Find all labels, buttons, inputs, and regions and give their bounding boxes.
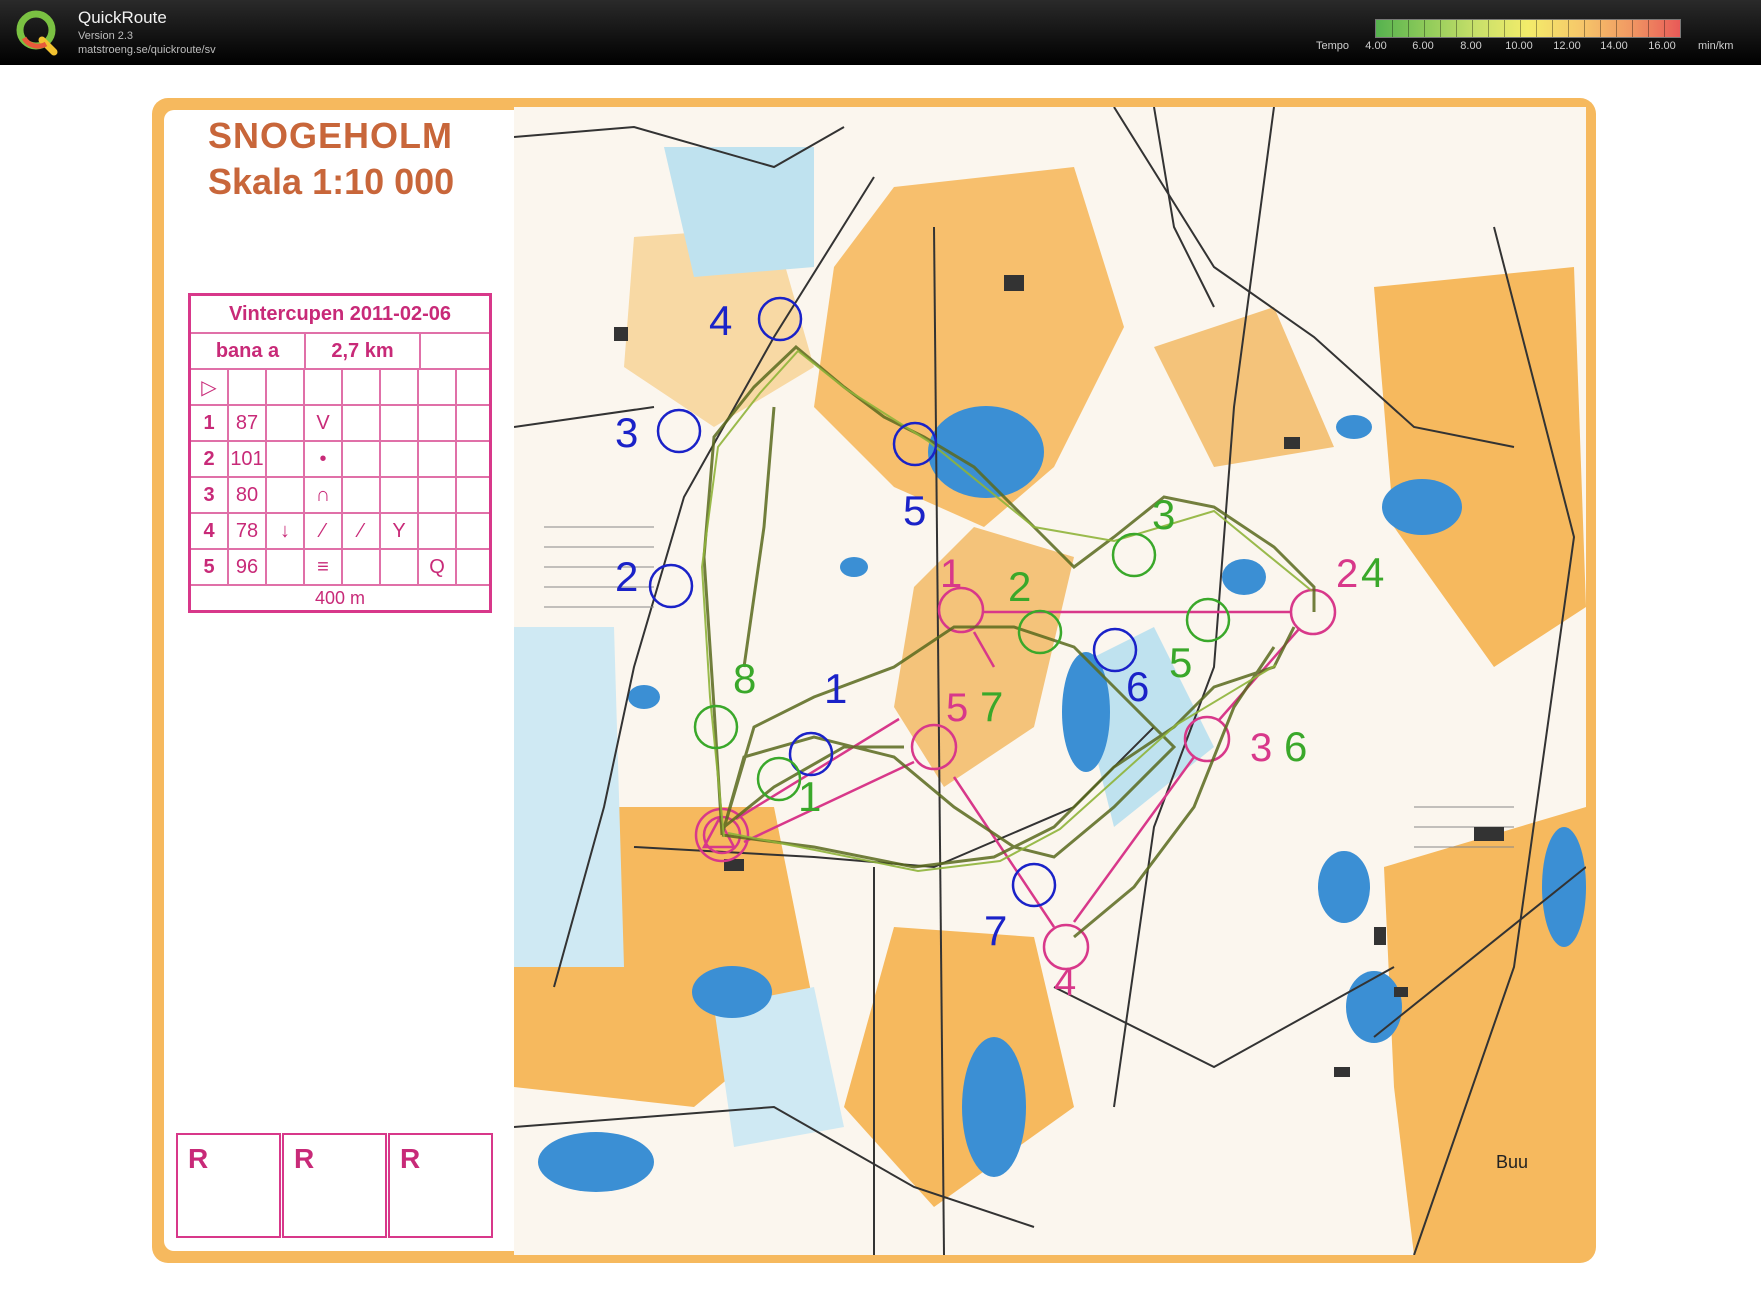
green-control-5: 5	[1169, 639, 1192, 686]
control-number: 3	[191, 478, 229, 512]
control-code: 87	[229, 406, 267, 440]
control-row: 4 78 ↓ ⁄ ⁄ Y	[191, 514, 489, 550]
control-row: 3 80 ∩	[191, 478, 489, 514]
control-symbol: ≡	[305, 550, 343, 584]
app-version: Version 2.3	[78, 30, 134, 42]
control-symbol: •	[305, 442, 343, 476]
blue-control-5: 5	[903, 487, 926, 534]
pink-control-4: 4	[1054, 960, 1076, 1004]
blue-control-6: 6	[1126, 663, 1149, 710]
pink-control-3: 3	[1250, 726, 1272, 770]
course-name: bana a	[191, 334, 306, 368]
green-control-4: 4	[1361, 549, 1384, 596]
blue-control-4: 4	[709, 297, 732, 344]
control-row: 2 101 •	[191, 442, 489, 478]
pink-control-1: 1	[940, 552, 962, 596]
tempo-tick: 10.00	[1505, 40, 1533, 52]
control-number: 2	[191, 442, 229, 476]
blue-control-3: 3	[615, 409, 638, 456]
r-box: R	[388, 1133, 493, 1238]
green-control-2: 2	[1008, 563, 1031, 610]
control-symbol: ↓	[267, 514, 305, 548]
place-label: Buu	[1496, 1152, 1529, 1172]
map-canvas: 1 2 3 4 5 1 2 3 4 5 6 7 1 2 3 4 5 6 7 8	[514, 107, 1586, 1255]
pink-control-5: 5	[946, 686, 968, 730]
tempo-tick: 4.00	[1365, 40, 1387, 52]
orienteering-map[interactable]: 1 2 3 4 5 1 2 3 4 5 6 7 1 2 3 4 5 6 7 8	[514, 107, 1586, 1255]
control-row: 5 96 ≡ Q	[191, 550, 489, 586]
control-row: 1 87 V	[191, 406, 489, 442]
green-control-1: 1	[798, 773, 821, 820]
green-control-7: 7	[980, 683, 1003, 730]
control-number: 1	[191, 406, 229, 440]
tempo-label: Tempo	[1316, 40, 1350, 52]
start-symbol: ▷	[191, 370, 229, 404]
control-description-table: Vintercupen 2011-02-06 bana a 2,7 km ▷ 1…	[188, 293, 492, 613]
pink-control-2: 2	[1336, 552, 1358, 596]
blue-control-7: 7	[984, 907, 1007, 954]
control-number: 4	[191, 514, 229, 548]
control-symbol: V	[305, 406, 343, 440]
app-url[interactable]: matstroeng.se/quickroute/sv	[78, 44, 216, 56]
control-code: 80	[229, 478, 267, 512]
green-control-3: 3	[1152, 491, 1175, 538]
control-symbol: ∩	[305, 478, 343, 512]
tempo-color-scale	[1375, 19, 1681, 38]
r-box: R	[176, 1133, 281, 1238]
tempo-tick: 8.00	[1460, 40, 1482, 52]
tempo-unit: min/km	[1698, 40, 1734, 52]
blue-control-1: 1	[824, 665, 847, 712]
app-name: QuickRoute	[78, 8, 167, 27]
app-header: QuickRoute Version 2.3 matstroeng.se/qui…	[0, 0, 1761, 65]
tempo-tick: 14.00	[1600, 40, 1628, 52]
control-number: 5	[191, 550, 229, 584]
green-control-8: 8	[733, 655, 756, 702]
finish-distance: 400 m	[314, 587, 366, 608]
control-code: 78	[229, 514, 267, 548]
r-box: R	[282, 1133, 387, 1238]
tempo-tick: 16.00	[1648, 40, 1676, 52]
blue-control-2: 2	[615, 553, 638, 600]
course-length: 2,7 km	[306, 334, 421, 368]
control-code: 96	[229, 550, 267, 584]
map-title: SNOGEHOLM	[208, 115, 454, 156]
tempo-tick: 6.00	[1412, 40, 1434, 52]
quickroute-logo	[16, 10, 58, 56]
green-control-6: 6	[1284, 723, 1307, 770]
tempo-tick: 12.00	[1553, 40, 1581, 52]
event-name: Vintercupen 2011-02-06	[229, 302, 451, 325]
map-scale: Skala 1:10 000	[208, 161, 455, 202]
control-code: 101	[229, 442, 267, 476]
